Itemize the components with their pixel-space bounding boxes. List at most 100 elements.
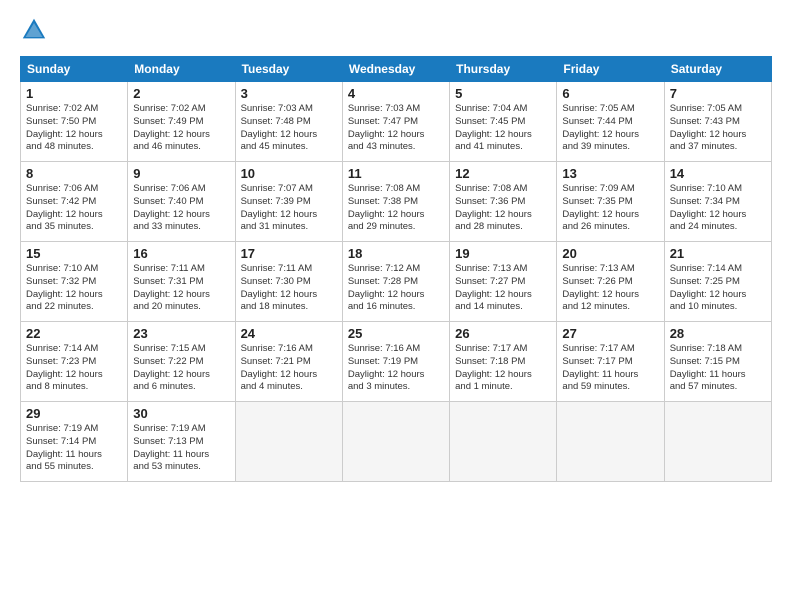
day-number: 7 [670,86,766,101]
calendar-cell: 13 Sunrise: 7:09 AM Sunset: 7:35 PM Dayli… [557,162,664,242]
day-number: 20 [562,246,658,261]
week-row-4: 22 Sunrise: 7:14 AM Sunset: 7:23 PM Dayli… [21,322,772,402]
day-info: Sunrise: 7:19 AM Sunset: 7:14 PM Dayligh… [26,423,122,474]
day-number: 21 [670,246,766,261]
col-header-sunday: Sunday [21,57,128,82]
day-number: 2 [133,86,229,101]
day-number: 29 [26,406,122,421]
day-info: Sunrise: 7:07 AM Sunset: 7:39 PM Dayligh… [241,183,337,234]
day-info: Sunrise: 7:04 AM Sunset: 7:45 PM Dayligh… [455,103,551,154]
day-number: 6 [562,86,658,101]
calendar-cell: 12 Sunrise: 7:08 AM Sunset: 7:36 PM Dayli… [450,162,557,242]
day-info: Sunrise: 7:18 AM Sunset: 7:15 PM Dayligh… [670,343,766,394]
calendar-cell: 30 Sunrise: 7:19 AM Sunset: 7:13 PM Dayli… [128,402,235,482]
day-number: 5 [455,86,551,101]
day-number: 22 [26,326,122,341]
day-info: Sunrise: 7:12 AM Sunset: 7:28 PM Dayligh… [348,263,444,314]
calendar-cell: 26 Sunrise: 7:17 AM Sunset: 7:18 PM Dayli… [450,322,557,402]
day-number: 28 [670,326,766,341]
calendar-cell: 21 Sunrise: 7:14 AM Sunset: 7:25 PM Dayli… [664,242,771,322]
calendar-cell: 3 Sunrise: 7:03 AM Sunset: 7:48 PM Daylig… [235,82,342,162]
calendar-cell: 24 Sunrise: 7:16 AM Sunset: 7:21 PM Dayli… [235,322,342,402]
calendar-cell: 14 Sunrise: 7:10 AM Sunset: 7:34 PM Dayli… [664,162,771,242]
col-header-tuesday: Tuesday [235,57,342,82]
day-info: Sunrise: 7:11 AM Sunset: 7:30 PM Dayligh… [241,263,337,314]
day-info: Sunrise: 7:06 AM Sunset: 7:42 PM Dayligh… [26,183,122,234]
day-info: Sunrise: 7:03 AM Sunset: 7:48 PM Dayligh… [241,103,337,154]
calendar-cell: 6 Sunrise: 7:05 AM Sunset: 7:44 PM Daylig… [557,82,664,162]
day-info: Sunrise: 7:05 AM Sunset: 7:44 PM Dayligh… [562,103,658,154]
day-number: 10 [241,166,337,181]
calendar-cell: 25 Sunrise: 7:16 AM Sunset: 7:19 PM Dayli… [342,322,449,402]
day-number: 15 [26,246,122,261]
calendar-cell: 8 Sunrise: 7:06 AM Sunset: 7:42 PM Daylig… [21,162,128,242]
day-info: Sunrise: 7:16 AM Sunset: 7:21 PM Dayligh… [241,343,337,394]
day-info: Sunrise: 7:15 AM Sunset: 7:22 PM Dayligh… [133,343,229,394]
day-number: 18 [348,246,444,261]
calendar-cell: 29 Sunrise: 7:19 AM Sunset: 7:14 PM Dayli… [21,402,128,482]
day-number: 12 [455,166,551,181]
calendar-cell [235,402,342,482]
day-info: Sunrise: 7:14 AM Sunset: 7:25 PM Dayligh… [670,263,766,314]
calendar-header-row: SundayMondayTuesdayWednesdayThursdayFrid… [21,57,772,82]
week-row-3: 15 Sunrise: 7:10 AM Sunset: 7:32 PM Dayli… [21,242,772,322]
calendar-cell [557,402,664,482]
calendar-cell: 1Sunrise: 7:02 AM Sunset: 7:50 PM Daylig… [21,82,128,162]
week-row-5: 29 Sunrise: 7:19 AM Sunset: 7:14 PM Dayli… [21,402,772,482]
day-number: 17 [241,246,337,261]
logo [20,16,52,44]
calendar-cell: 22 Sunrise: 7:14 AM Sunset: 7:23 PM Dayli… [21,322,128,402]
calendar-cell [342,402,449,482]
day-number: 4 [348,86,444,101]
day-info: Sunrise: 7:10 AM Sunset: 7:32 PM Dayligh… [26,263,122,314]
day-info: Sunrise: 7:13 AM Sunset: 7:26 PM Dayligh… [562,263,658,314]
day-number: 25 [348,326,444,341]
day-number: 30 [133,406,229,421]
day-info: Sunrise: 7:16 AM Sunset: 7:19 PM Dayligh… [348,343,444,394]
day-info: Sunrise: 7:19 AM Sunset: 7:13 PM Dayligh… [133,423,229,474]
day-number: 1 [26,86,122,101]
calendar-cell: 16Sunrise: 7:11 AM Sunset: 7:31 PM Dayli… [128,242,235,322]
day-number: 11 [348,166,444,181]
day-info: Sunrise: 7:09 AM Sunset: 7:35 PM Dayligh… [562,183,658,234]
day-number: 26 [455,326,551,341]
week-row-1: 1Sunrise: 7:02 AM Sunset: 7:50 PM Daylig… [21,82,772,162]
day-number: 13 [562,166,658,181]
day-info: Sunrise: 7:17 AM Sunset: 7:18 PM Dayligh… [455,343,551,394]
week-row-2: 8 Sunrise: 7:06 AM Sunset: 7:42 PM Daylig… [21,162,772,242]
calendar-cell: 27Sunrise: 7:17 AM Sunset: 7:17 PM Dayli… [557,322,664,402]
col-header-thursday: Thursday [450,57,557,82]
day-info: Sunrise: 7:08 AM Sunset: 7:38 PM Dayligh… [348,183,444,234]
page: SundayMondayTuesdayWednesdayThursdayFrid… [0,0,792,612]
day-info: Sunrise: 7:11 AM Sunset: 7:31 PM Dayligh… [133,263,229,314]
col-header-friday: Friday [557,57,664,82]
day-number: 27 [562,326,658,341]
calendar-cell: 15 Sunrise: 7:10 AM Sunset: 7:32 PM Dayli… [21,242,128,322]
calendar-cell: 11 Sunrise: 7:08 AM Sunset: 7:38 PM Dayli… [342,162,449,242]
day-info: Sunrise: 7:08 AM Sunset: 7:36 PM Dayligh… [455,183,551,234]
calendar-cell: 28 Sunrise: 7:18 AM Sunset: 7:15 PM Dayli… [664,322,771,402]
header [20,16,772,44]
col-header-monday: Monday [128,57,235,82]
day-info: Sunrise: 7:03 AM Sunset: 7:47 PM Dayligh… [348,103,444,154]
calendar-cell: 19Sunrise: 7:13 AM Sunset: 7:27 PM Dayli… [450,242,557,322]
calendar-cell: 18 Sunrise: 7:12 AM Sunset: 7:28 PM Dayli… [342,242,449,322]
day-number: 9 [133,166,229,181]
calendar-cell: 9 Sunrise: 7:06 AM Sunset: 7:40 PM Daylig… [128,162,235,242]
day-number: 19 [455,246,551,261]
calendar-cell: 2 Sunrise: 7:02 AM Sunset: 7:49 PM Daylig… [128,82,235,162]
day-info: Sunrise: 7:02 AM Sunset: 7:49 PM Dayligh… [133,103,229,154]
day-info: Sunrise: 7:14 AM Sunset: 7:23 PM Dayligh… [26,343,122,394]
calendar-table: SundayMondayTuesdayWednesdayThursdayFrid… [20,56,772,482]
day-number: 8 [26,166,122,181]
day-info: Sunrise: 7:06 AM Sunset: 7:40 PM Dayligh… [133,183,229,234]
day-number: 24 [241,326,337,341]
day-number: 14 [670,166,766,181]
calendar-cell [664,402,771,482]
calendar-cell: 17 Sunrise: 7:11 AM Sunset: 7:30 PM Dayli… [235,242,342,322]
day-info: Sunrise: 7:10 AM Sunset: 7:34 PM Dayligh… [670,183,766,234]
calendar-cell: 4 Sunrise: 7:03 AM Sunset: 7:47 PM Daylig… [342,82,449,162]
day-number: 3 [241,86,337,101]
col-header-wednesday: Wednesday [342,57,449,82]
calendar-cell: 5 Sunrise: 7:04 AM Sunset: 7:45 PM Daylig… [450,82,557,162]
